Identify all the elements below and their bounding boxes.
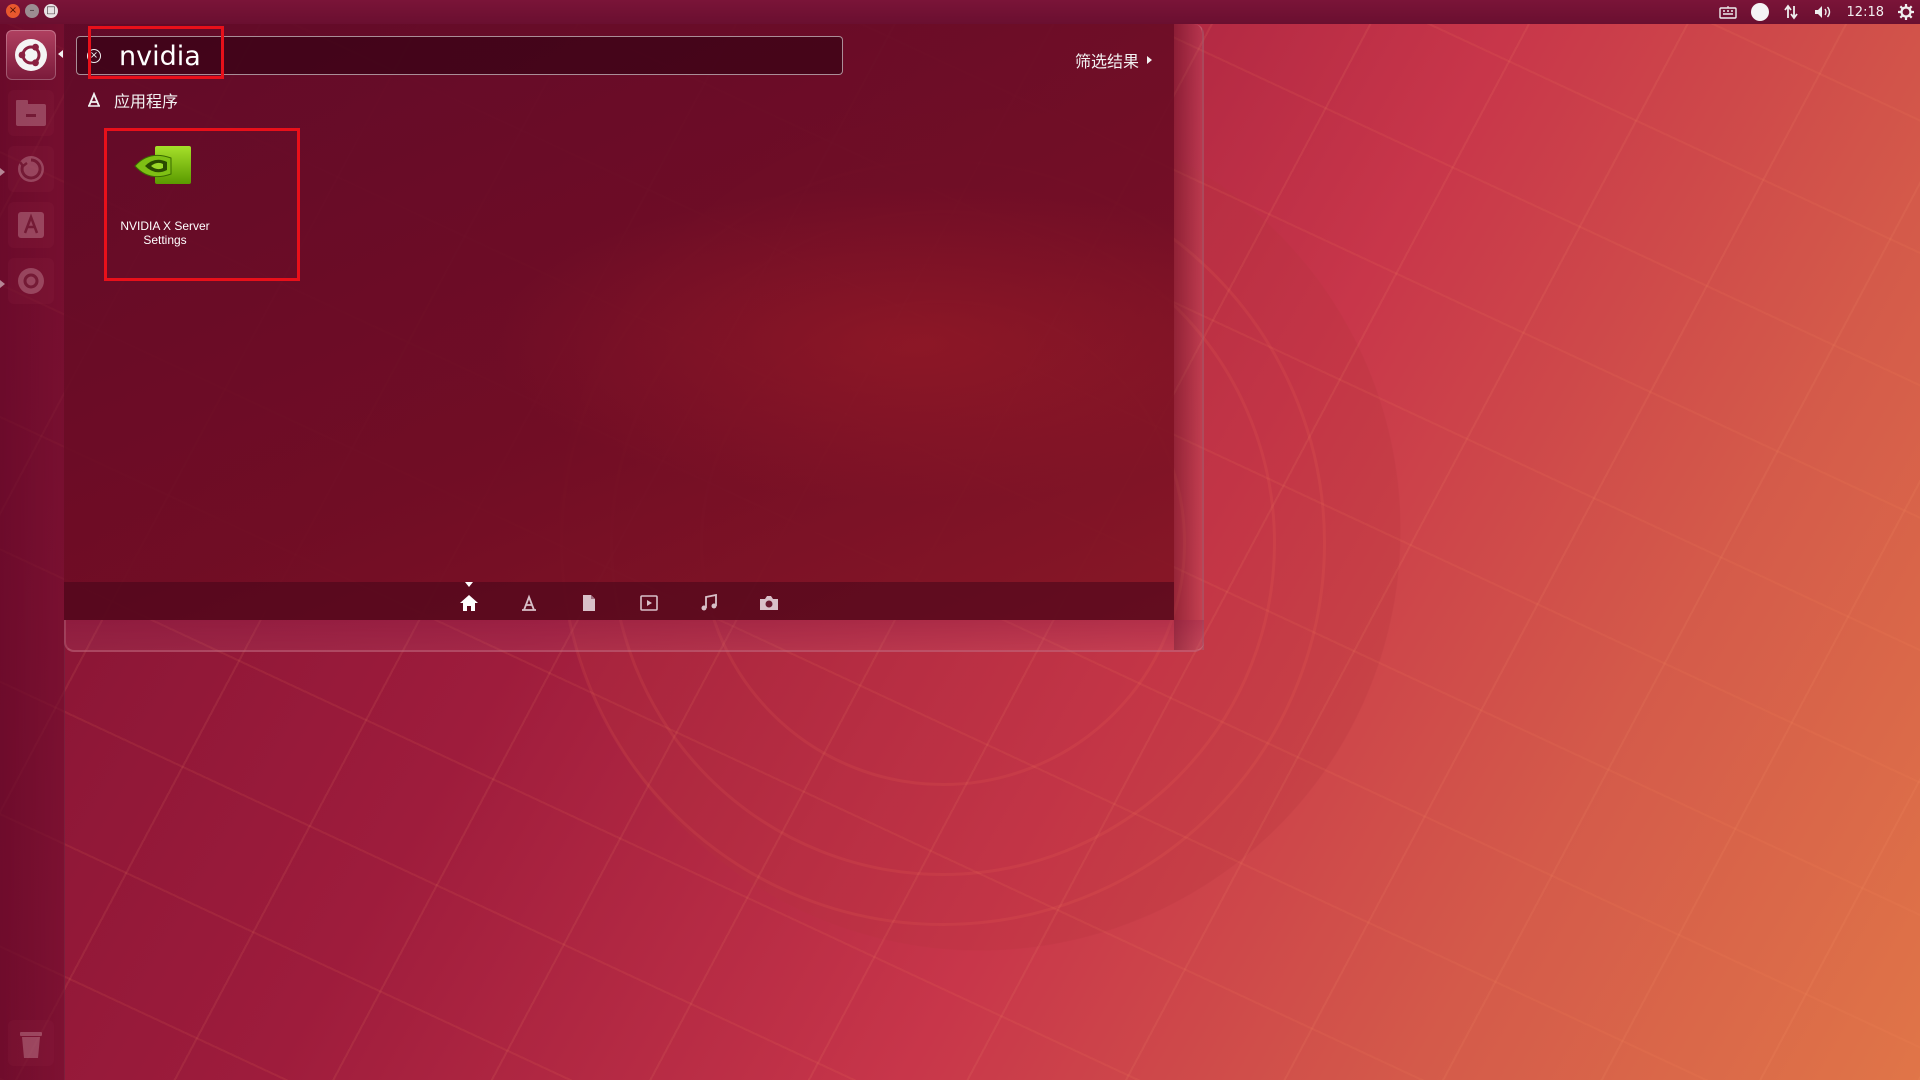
files-launcher-icon[interactable] [8, 90, 54, 136]
chevron-right-icon [1147, 56, 1153, 64]
home-lens-icon[interactable] [457, 592, 481, 614]
running-indicator-icon [0, 280, 5, 288]
category-header: 应用程序 [86, 88, 178, 112]
indicator-area: 12:18 [1718, 0, 1914, 24]
filter-results-label: 筛选结果 [1075, 52, 1140, 71]
trash-launcher-icon[interactable] [8, 1020, 54, 1066]
ubuntu-logo-icon [15, 39, 47, 71]
result-highlight-box [104, 128, 300, 281]
applications-lens-icon[interactable] [517, 592, 541, 614]
filter-results-button[interactable]: 筛选结果 [1075, 48, 1153, 72]
minimize-window-button[interactable]: – [25, 4, 39, 18]
volume-icon[interactable] [1813, 4, 1833, 20]
dash-home-button[interactable] [6, 30, 56, 80]
dash-border-bottom [64, 620, 1204, 652]
gear-icon[interactable] [1898, 4, 1914, 20]
indicator-circle-icon[interactable] [1750, 3, 1769, 21]
launcher [0, 24, 65, 1080]
video-lens-icon[interactable] [637, 592, 661, 614]
photos-lens-icon[interactable] [757, 592, 781, 614]
updater-launcher-icon[interactable] [8, 146, 54, 192]
dash-border-right [1174, 24, 1204, 650]
close-window-button[interactable]: × [6, 4, 20, 18]
files-lens-icon[interactable] [577, 592, 601, 614]
lens-bar [64, 582, 1174, 620]
active-arrow-icon [58, 50, 63, 58]
search-highlight-box [88, 26, 224, 79]
keyboard-icon[interactable] [1718, 5, 1737, 19]
maximize-window-button[interactable]: □ [44, 4, 58, 18]
clock[interactable]: 12:18 [1847, 5, 1884, 20]
category-label: 应用程序 [114, 92, 179, 111]
top-panel: × – □ 12:18 [0, 0, 1920, 24]
network-arrows-icon[interactable] [1783, 4, 1799, 20]
running-indicator-icon [0, 168, 5, 176]
dash-overlay [64, 24, 1174, 620]
applications-category-icon [88, 92, 100, 107]
settings-launcher-icon[interactable] [8, 258, 54, 304]
music-lens-icon[interactable] [697, 592, 721, 614]
software-center-launcher-icon[interactable] [8, 202, 54, 248]
active-lens-indicator-icon [465, 582, 473, 587]
